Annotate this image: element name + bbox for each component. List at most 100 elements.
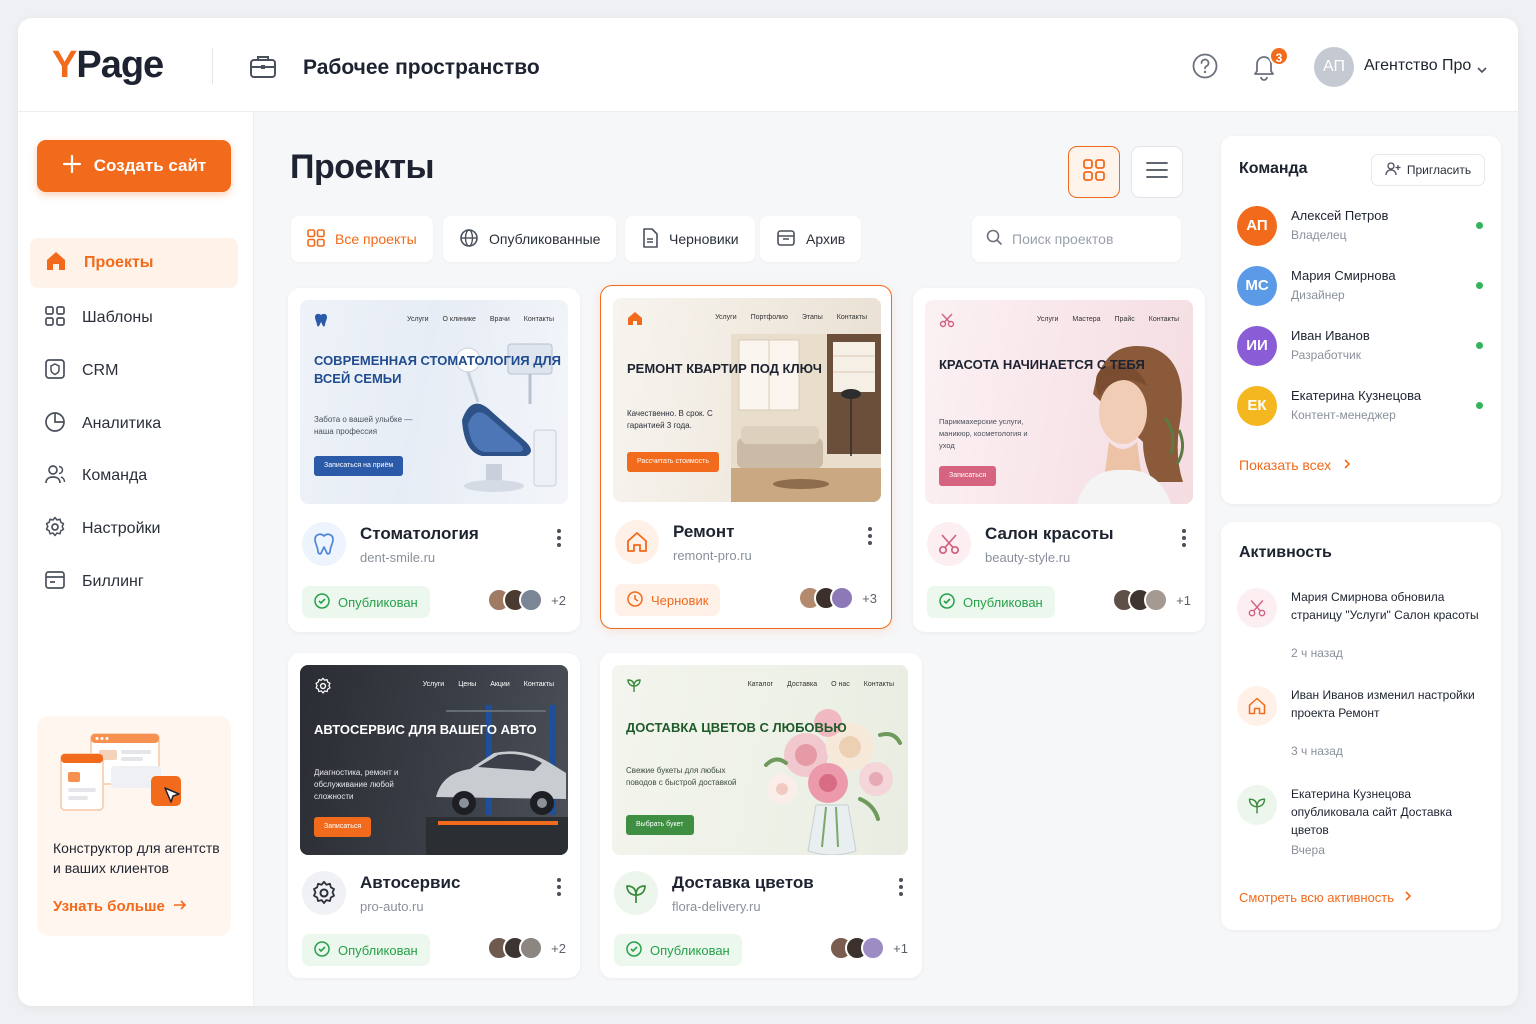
tab-all-projects[interactable]: Все проекты <box>291 216 433 262</box>
project-thumbnail[interactable]: Услуги О клинике Врачи Контакты СОВРЕМЕННАЯ… <box>300 300 568 504</box>
tab-drafts[interactable]: Черновики <box>625 216 755 262</box>
chevron-down-icon[interactable] <box>1476 61 1488 79</box>
grid-icon <box>1082 158 1106 187</box>
status-badge: Опубликован <box>927 586 1055 618</box>
project-card-dentistry[interactable]: Услуги О клинике Врачи Контакты СОВРЕМЕННАЯ… <box>288 288 580 632</box>
tab-published[interactable]: Опубликованные <box>443 216 617 262</box>
team-member[interactable]: АП Алексей Петров Владелец <box>1237 206 1487 250</box>
chevron-right-icon <box>1343 457 1351 473</box>
team-member[interactable]: ЕК Екатерина Кузнецова Контент-менеджер <box>1237 386 1487 430</box>
view-all-activity-link[interactable]: Смотреть всю активность <box>1239 890 1412 905</box>
project-card-flower-delivery[interactable]: Каталог Доставка О нас Контакты ДОСТАВКА ЦВ… <box>600 653 922 978</box>
top-header: YPage Рабочее пространство 3 АП Агентств… <box>18 18 1518 112</box>
workspace-title: Рабочее пространство <box>303 56 540 79</box>
check-circle-icon <box>939 592 955 612</box>
scissors-icon <box>939 312 955 333</box>
project-card-auto-service[interactable]: Услуги Цены Акции Контакты АВТОСЕРВИС ДЛЯ В… <box>288 653 580 978</box>
member-avatars[interactable]: +2 <box>487 936 566 960</box>
member-avatars[interactable]: +1 <box>829 936 908 960</box>
chevron-right-icon <box>1404 890 1412 905</box>
member-avatars[interactable]: +2 <box>487 588 566 612</box>
project-url[interactable]: flora-delivery.ru <box>672 899 761 914</box>
thumb-nav: Каталог Доставка О нас Контакты <box>747 681 894 688</box>
member-avatars[interactable]: +1 <box>1112 588 1191 612</box>
sidebar-item-billing[interactable]: Биллинг <box>30 557 238 607</box>
status-badge: Опубликован <box>614 934 742 966</box>
avatar <box>519 588 544 612</box>
user-avatar[interactable]: АП <box>1314 47 1354 87</box>
more-vertical-icon[interactable] <box>556 877 562 902</box>
project-url[interactable]: beauty-style.ru <box>985 550 1070 565</box>
activity-panel: Активность Мария Смирнова обновила стран… <box>1221 522 1501 930</box>
users-icon <box>44 463 66 490</box>
globe-icon <box>459 228 479 251</box>
list-view-button[interactable] <box>1131 146 1183 198</box>
project-thumbnail[interactable]: Услуги Портфолио Этапы Контакты РЕМОНТ К… <box>613 298 881 502</box>
project-name: Доставка цветов <box>672 873 814 892</box>
page-title: Проекты <box>290 148 435 186</box>
learn-more-link[interactable]: Узнать больше <box>53 898 187 915</box>
project-url[interactable]: remont-pro.ru <box>673 548 752 563</box>
check-circle-icon <box>314 592 330 612</box>
tooth-icon <box>302 522 346 566</box>
thumb-nav: Услуги О клинике Врачи Контакты <box>407 316 554 323</box>
project-url[interactable]: pro-auto.ru <box>360 899 424 914</box>
member-avatars[interactable]: +3 <box>798 586 877 610</box>
sidebar-item-settings[interactable]: Настройки <box>30 504 238 554</box>
avatar: ИИ <box>1237 326 1277 366</box>
team-member[interactable]: МС Мария Смирнова Дизайнер <box>1237 266 1487 310</box>
project-name: Ремонт <box>673 522 735 541</box>
sidebar-item-templates[interactable]: Шаблоны <box>30 293 238 343</box>
sidebar-item-analytics[interactable]: Аналитика <box>30 399 238 449</box>
project-thumbnail[interactable]: Услуги Цены Акции Контакты АВТОСЕРВИС ДЛЯ В… <box>300 665 568 855</box>
scissors-icon <box>1237 588 1277 628</box>
promo-card: Конструктор для агентств и ваших клиенто… <box>37 716 231 936</box>
online-dot <box>1476 342 1483 349</box>
project-thumbnail[interactable]: Каталог Доставка О нас Контакты ДОСТАВКА ЦВ… <box>612 665 908 855</box>
home-icon <box>44 249 68 278</box>
project-url[interactable]: dent-smile.ru <box>360 550 435 565</box>
plus-icon <box>62 154 82 179</box>
invite-button[interactable]: Пригласить <box>1371 154 1485 186</box>
ypage-logo[interactable]: YPage <box>52 44 164 87</box>
help-icon[interactable] <box>1192 53 1218 84</box>
grid-view-button[interactable] <box>1068 146 1120 198</box>
team-panel: Команда Пригласить АП Алексей Петров Вла… <box>1221 136 1501 504</box>
leaf-icon <box>626 677 642 698</box>
sidebar-item-projects[interactable]: Проекты <box>30 238 238 288</box>
avatar <box>519 936 544 960</box>
tab-archive[interactable]: Архив <box>760 216 862 262</box>
project-thumbnail[interactable]: Услуги Мастера Прайс Контакты КРАСОТА НАЧИН… <box>925 300 1193 504</box>
scissors-icon <box>927 522 971 566</box>
sidebar-item-team[interactable]: Команда <box>30 451 238 501</box>
online-dot <box>1476 402 1483 409</box>
billing-icon <box>44 569 66 596</box>
search-box[interactable] <box>972 216 1181 262</box>
tooth-icon <box>314 312 328 333</box>
user-name[interactable]: Агентство Про <box>1364 57 1471 75</box>
website-builder-illustration <box>59 732 189 827</box>
sidebar-item-crm[interactable]: CRM <box>30 346 238 396</box>
create-site-button[interactable]: Создать сайт <box>37 140 231 192</box>
more-vertical-icon[interactable] <box>556 528 562 553</box>
more-vertical-icon[interactable] <box>1181 528 1187 553</box>
project-name: Салон красоты <box>985 524 1114 543</box>
more-vertical-icon[interactable] <box>867 526 873 551</box>
avatar: ЕК <box>1237 386 1277 426</box>
home-icon <box>615 520 659 564</box>
team-member[interactable]: ИИ Иван Иванов Разработчик <box>1237 326 1487 370</box>
project-name: Стоматология <box>360 524 479 543</box>
thumb-nav: Услуги Портфолио Этапы Контакты <box>715 314 867 321</box>
project-card-renovation[interactable]: Услуги Портфолио Этапы Контакты РЕМОНТ К… <box>600 285 892 629</box>
thumb-cta-button: Выбрать букет <box>626 815 694 835</box>
show-all-link[interactable]: Показать всех <box>1239 457 1351 473</box>
check-circle-icon <box>314 940 330 960</box>
grid-icon <box>307 228 325 250</box>
thumb-cta-button: Записаться на приём <box>314 456 404 476</box>
avatar <box>830 586 855 610</box>
search-input[interactable] <box>1012 231 1162 247</box>
document-icon <box>641 227 659 251</box>
more-vertical-icon[interactable] <box>898 877 904 902</box>
project-card-beauty-salon[interactable]: Услуги Мастера Прайс Контакты КРАСОТА НАЧИН… <box>913 288 1205 632</box>
avatar <box>1144 588 1169 612</box>
